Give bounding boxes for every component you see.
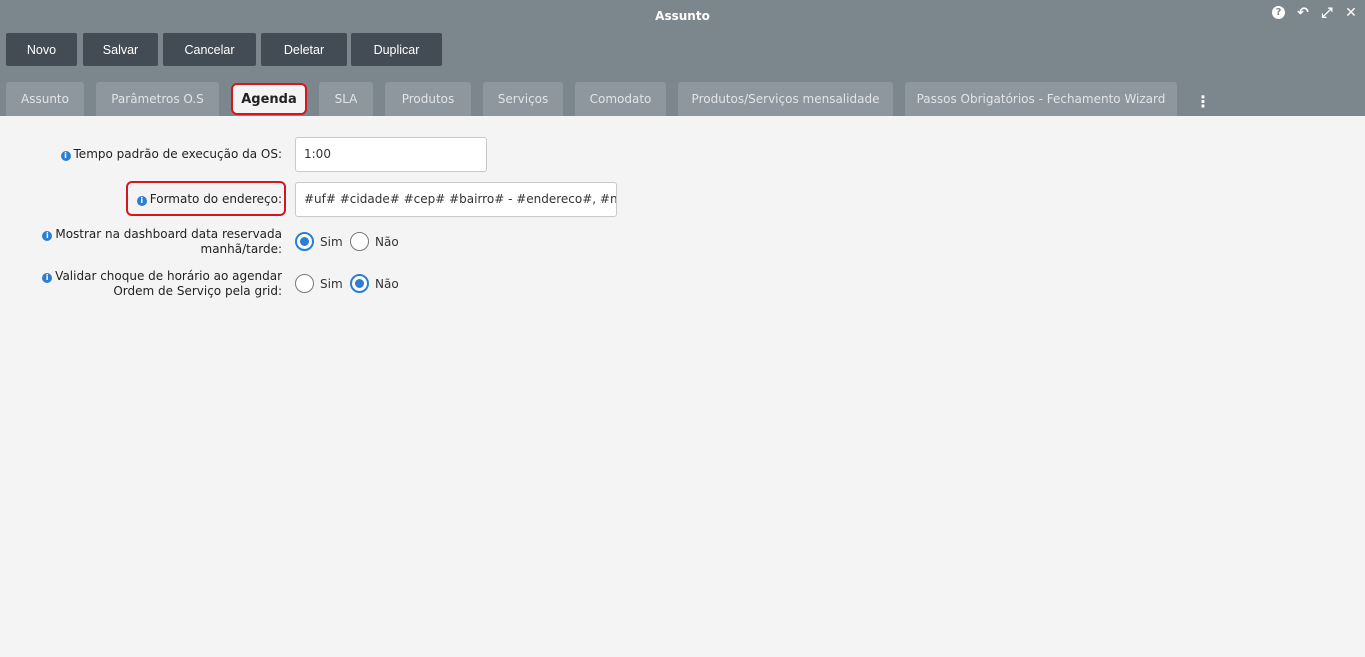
mostrar-sim-label[interactable]: Sim bbox=[320, 235, 343, 249]
tab-assunto[interactable]: Assunto bbox=[6, 82, 84, 116]
validar-nao-label[interactable]: Não bbox=[375, 277, 399, 291]
tempo-label-text: Tempo padrão de execução da OS: bbox=[73, 147, 282, 161]
close-icon[interactable]: ✕ bbox=[1341, 3, 1361, 23]
tab-servicos[interactable]: Serviços bbox=[483, 82, 563, 116]
formato-label: i Formato do endereço: bbox=[136, 192, 282, 207]
tab-agenda[interactable]: Agenda bbox=[231, 83, 307, 115]
salvar-button[interactable]: Salvar bbox=[83, 33, 158, 66]
info-icon: i bbox=[136, 196, 147, 206]
novo-button[interactable]: Novo bbox=[6, 33, 77, 66]
validar-sim-radio[interactable] bbox=[295, 274, 314, 293]
window-title: Assunto bbox=[655, 9, 710, 23]
deletar-button[interactable]: Deletar bbox=[261, 33, 347, 66]
info-icon: i bbox=[42, 273, 53, 283]
validar-label: i Validar choque de horário ao agendar Ord… bbox=[42, 269, 282, 299]
validar-sim-label[interactable]: Sim bbox=[320, 277, 343, 291]
mostrar-nao-radio[interactable] bbox=[350, 232, 369, 251]
mostrar-nao-label[interactable]: Não bbox=[375, 235, 399, 249]
window-titlebar: Assunto ? ↶ ⤢ ✕ bbox=[0, 0, 1365, 33]
tabs-bar: Assunto Parâmetros O.S Agenda SLA Produt… bbox=[0, 70, 1365, 116]
formato-label-text: Formato do endereço: bbox=[149, 192, 282, 206]
tab-produtos[interactable]: Produtos bbox=[385, 82, 471, 116]
mostrar-sim-radio[interactable] bbox=[295, 232, 314, 251]
mostrar-label-line2: manhã/tarde: bbox=[200, 242, 282, 256]
tempo-input[interactable]: 1:00 bbox=[295, 137, 487, 172]
tempo-label: i Tempo padrão de execução da OS: bbox=[60, 147, 282, 162]
tab-comodato[interactable]: Comodato bbox=[575, 82, 666, 116]
expand-icon[interactable]: ⤢ bbox=[1317, 3, 1337, 23]
validar-label-line2: Ordem de Serviço pela grid: bbox=[113, 284, 282, 298]
mostrar-label-line1: Mostrar na dashboard data reservada bbox=[55, 227, 282, 241]
validar-nao-radio[interactable] bbox=[350, 274, 369, 293]
validar-label-line1: Validar choque de horário ao agendar bbox=[55, 269, 282, 283]
history-icon[interactable]: ↶ bbox=[1293, 3, 1313, 23]
info-icon: i bbox=[42, 231, 53, 241]
mostrar-label: i Mostrar na dashboard data reservada manh… bbox=[42, 227, 282, 257]
formato-input[interactable]: #uf# #cidade# #cep# #bairro# - #endereco… bbox=[295, 182, 617, 217]
tab-produtos-servicos-mensalidade[interactable]: Produtos/Serviços mensalidade bbox=[678, 82, 893, 116]
tab-passos-obrigatorios[interactable]: Passos Obrigatórios - Fechamento Wizard bbox=[905, 82, 1177, 116]
help-icon[interactable]: ? bbox=[1272, 6, 1285, 19]
tab-parametros-os[interactable]: Parâmetros O.S bbox=[96, 82, 219, 116]
more-tabs-icon[interactable]: ⋮ bbox=[1195, 92, 1211, 111]
duplicar-button[interactable]: Duplicar bbox=[351, 33, 442, 66]
info-icon: i bbox=[60, 151, 71, 161]
tab-sla[interactable]: SLA bbox=[319, 82, 373, 116]
toolbar: Novo Salvar Cancelar Deletar Duplicar bbox=[0, 33, 1365, 70]
window-controls: ? ↶ ⤢ ✕ bbox=[1272, 3, 1361, 23]
cancelar-button[interactable]: Cancelar bbox=[163, 33, 256, 66]
